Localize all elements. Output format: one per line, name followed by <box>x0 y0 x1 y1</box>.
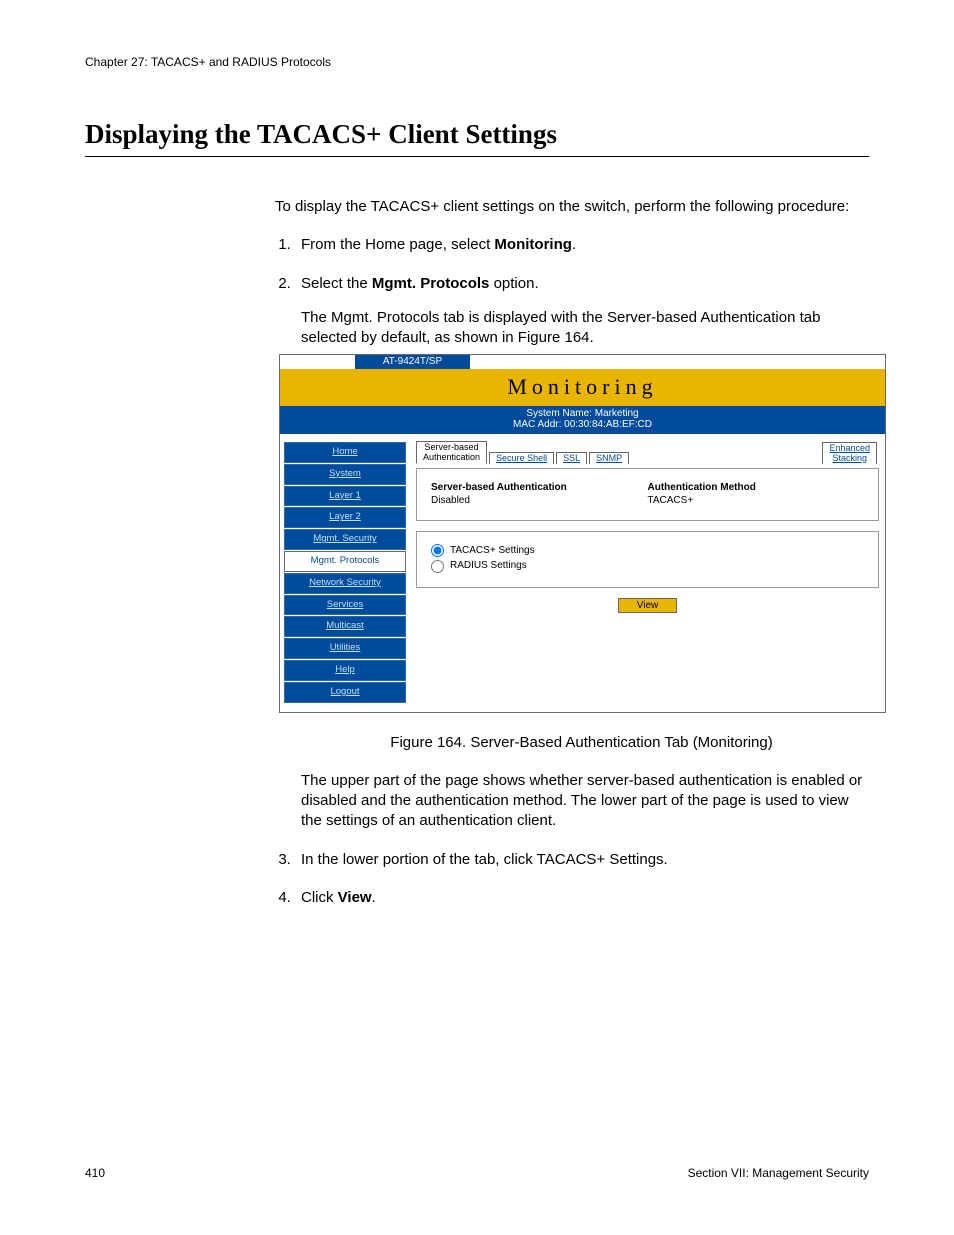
device-model-tab: AT-9424T/SP <box>355 355 470 369</box>
nav-layer1[interactable]: Layer 1 <box>284 486 406 507</box>
nav-mgmt-protocols[interactable]: Mgmt. Protocols <box>284 551 406 572</box>
step-2-bold: Mgmt. Protocols <box>372 275 490 292</box>
intro-paragraph: To display the TACACS+ client settings o… <box>275 197 869 217</box>
radio-radius-label: RADIUS Settings <box>450 559 527 573</box>
step-1-bold: Monitoring <box>494 236 571 253</box>
view-button[interactable]: View <box>618 598 678 613</box>
radio-radius[interactable]: RADIUS Settings <box>431 559 864 573</box>
section-footer: Section VII: Management Security <box>688 1166 869 1180</box>
procedure-list: From the Home page, select Monitoring. S… <box>275 235 869 908</box>
title-bar-text: Monitoring <box>507 374 657 399</box>
radio-tacacs[interactable]: TACACS+ Settings <box>431 544 864 558</box>
status-panel: Server-based Authentication Disabled Aut… <box>416 468 879 521</box>
chapter-header: Chapter 27: TACACS+ and RADIUS Protocols <box>85 55 869 69</box>
nav-multicast[interactable]: Multicast <box>284 616 406 637</box>
title-bar: Monitoring <box>280 369 885 406</box>
nav-mgmt-security[interactable]: Mgmt. Security <box>284 529 406 550</box>
para-after-figure: The upper part of the page shows whether… <box>301 771 869 832</box>
nav-logout[interactable]: Logout <box>284 682 406 703</box>
tab-snmp[interactable]: SNMP <box>589 452 629 464</box>
page-number: 410 <box>85 1166 105 1180</box>
nav-network-security[interactable]: Network Security <box>284 573 406 594</box>
nav-layer2[interactable]: Layer 2 <box>284 507 406 528</box>
auth-method-label: Authentication Method <box>648 481 865 495</box>
radio-tacacs-input[interactable] <box>431 544 444 557</box>
model-row: AT-9424T/SP <box>280 355 885 369</box>
tab-enhanced-stacking[interactable]: Enhanced Stacking <box>822 442 877 464</box>
section-title: Displaying the TACACS+ Client Settings <box>85 119 869 157</box>
nav-home[interactable]: Home <box>284 442 406 463</box>
tab-secure-shell[interactable]: Secure Shell <box>489 452 554 464</box>
step-4-bold: View <box>338 889 372 906</box>
nav-services[interactable]: Services <box>284 595 406 616</box>
radio-tacacs-label: TACACS+ Settings <box>450 544 535 558</box>
nav-system[interactable]: System <box>284 464 406 485</box>
step-4: Click View. <box>295 888 869 908</box>
nav-help[interactable]: Help <box>284 660 406 681</box>
step-1: From the Home page, select Monitoring. <box>295 235 869 255</box>
sba-label: Server-based Authentication <box>431 481 648 495</box>
content-panel: Server-based Authentication Secure Shell… <box>412 434 885 619</box>
step-2: Select the Mgmt. Protocols option. The M… <box>295 274 869 832</box>
auth-method-value: TACACS+ <box>648 494 865 508</box>
mac-addr: MAC Addr: 00:30:84:AB:EF:CD <box>280 419 885 431</box>
figure-caption: Figure 164. Server-Based Authentication … <box>279 733 884 753</box>
settings-panel: TACACS+ Settings RADIUS Settings <box>416 531 879 588</box>
tab-ssl[interactable]: SSL <box>556 452 587 464</box>
step-4-pre: Click <box>301 889 338 906</box>
sysinfo-bar: System Name: Marketing MAC Addr: 00:30:8… <box>280 406 885 434</box>
sidebar-nav: Home System Layer 1 Layer 2 Mgmt. Securi… <box>280 434 412 712</box>
step-3: In the lower portion of the tab, click T… <box>295 850 869 870</box>
step-1-pre: From the Home page, select <box>301 236 494 253</box>
step-2-sub: The Mgmt. Protocols tab is displayed wit… <box>301 308 869 349</box>
nav-utilities[interactable]: Utilities <box>284 638 406 659</box>
step-4-post: . <box>372 889 376 906</box>
system-name: System Name: Marketing <box>280 408 885 420</box>
step-2-post: option. <box>489 275 538 292</box>
figure-screenshot: AT-9424T/SP Monitoring System Name: Mark… <box>279 354 886 712</box>
tabs-strip: Server-based Authentication Secure Shell… <box>416 440 879 464</box>
tab-server-based-auth[interactable]: Server-based Authentication <box>416 441 487 464</box>
sba-value: Disabled <box>431 494 648 508</box>
step-1-post: . <box>572 236 576 253</box>
step-2-pre: Select the <box>301 275 372 292</box>
radio-radius-input[interactable] <box>431 560 444 573</box>
